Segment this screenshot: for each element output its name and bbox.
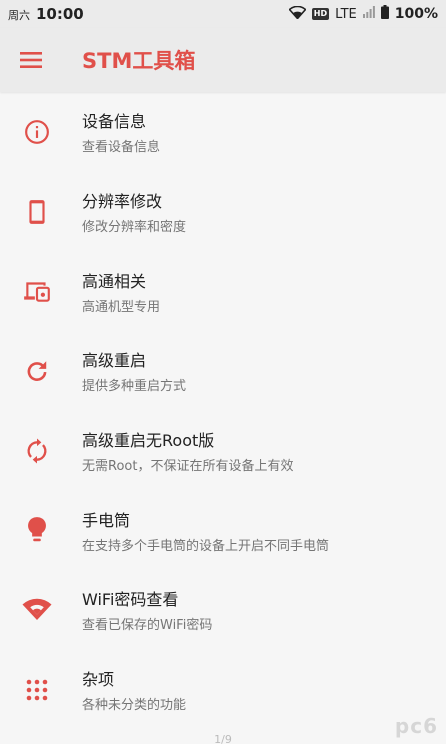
cell-signal-icon [362,6,375,22]
item-subtitle: 无需Root，不保证在所有设备上有效 [82,459,294,475]
network-type: LTE [335,6,357,22]
list-item-flashlight[interactable]: 手电筒 在支持多个手电筒的设备上开启不同手电筒 [0,490,446,570]
item-title: 杂项 [82,670,115,690]
list-item-resolution[interactable]: 分辨率修改 修改分辨率和密度 [0,172,446,252]
app-bar: STM工具箱 [0,28,446,92]
battery-level: 100% [394,6,438,22]
devices-icon [0,278,82,304]
item-subtitle: 查看已保存的WiFi密码 [82,618,213,634]
status-indicators: HD LTE 100% [288,5,438,23]
item-subtitle: 提供多种重启方式 [82,379,187,395]
list-item-device-info[interactable]: 设备信息 查看设备信息 [0,92,446,172]
hamburger-menu-icon [20,52,42,68]
hd-badge: HD [311,8,330,20]
refresh-icon [0,358,82,384]
item-title: 高级重启无Root版 [82,431,215,451]
item-title: 手电筒 [82,510,131,530]
wifi-icon [0,598,82,622]
item-title: 分辨率修改 [82,192,163,212]
item-title: WiFi密码查看 [82,590,179,610]
menu-button[interactable] [0,28,62,92]
item-subtitle: 修改分辨率和密度 [82,220,187,236]
tool-list: 设备信息 查看设备信息 分辨率修改 修改分辨率和密度 高通相关 高通机型专用 高… [0,92,446,730]
list-item-qualcomm[interactable]: 高通相关 高通机型专用 [0,251,446,331]
item-subtitle: 各种未分类的功能 [82,698,187,714]
watermark-logo: pc6 [394,714,438,738]
status-bar: 周六 10:00 HD LTE 100% [0,0,446,28]
list-item-advanced-reboot[interactable]: 高级重启 提供多种重启方式 [0,331,446,411]
app-title: STM工具箱 [82,49,196,73]
list-item-wifi-password[interactable]: WiFi密码查看 查看已保存的WiFi密码 [0,570,446,650]
list-item-misc[interactable]: 杂项 各种未分类的功能 [0,650,446,730]
status-weekday: 周六 [8,9,30,22]
item-title: 设备信息 [82,112,147,132]
item-subtitle: 查看设备信息 [82,140,161,156]
item-subtitle: 高通机型专用 [82,299,161,315]
wifi-signal-icon [288,5,307,23]
list-item-reboot-no-root[interactable]: 高级重启无Root版 无需Root，不保证在所有设备上有效 [0,411,446,491]
page-indicator: 1/9 [214,733,232,744]
item-title: 高通相关 [82,271,147,291]
item-title: 高级重启 [82,351,147,371]
apps-grid-icon [0,678,82,702]
sync-icon [0,438,82,464]
status-time-group: 周六 10:00 [8,5,84,23]
lightbulb-icon [0,516,82,544]
status-clock: 10:00 [36,5,84,23]
info-icon [0,119,82,145]
item-subtitle: 在支持多个手电筒的设备上开启不同手电筒 [82,538,330,554]
phone-icon [0,199,82,225]
battery-icon [380,5,389,23]
